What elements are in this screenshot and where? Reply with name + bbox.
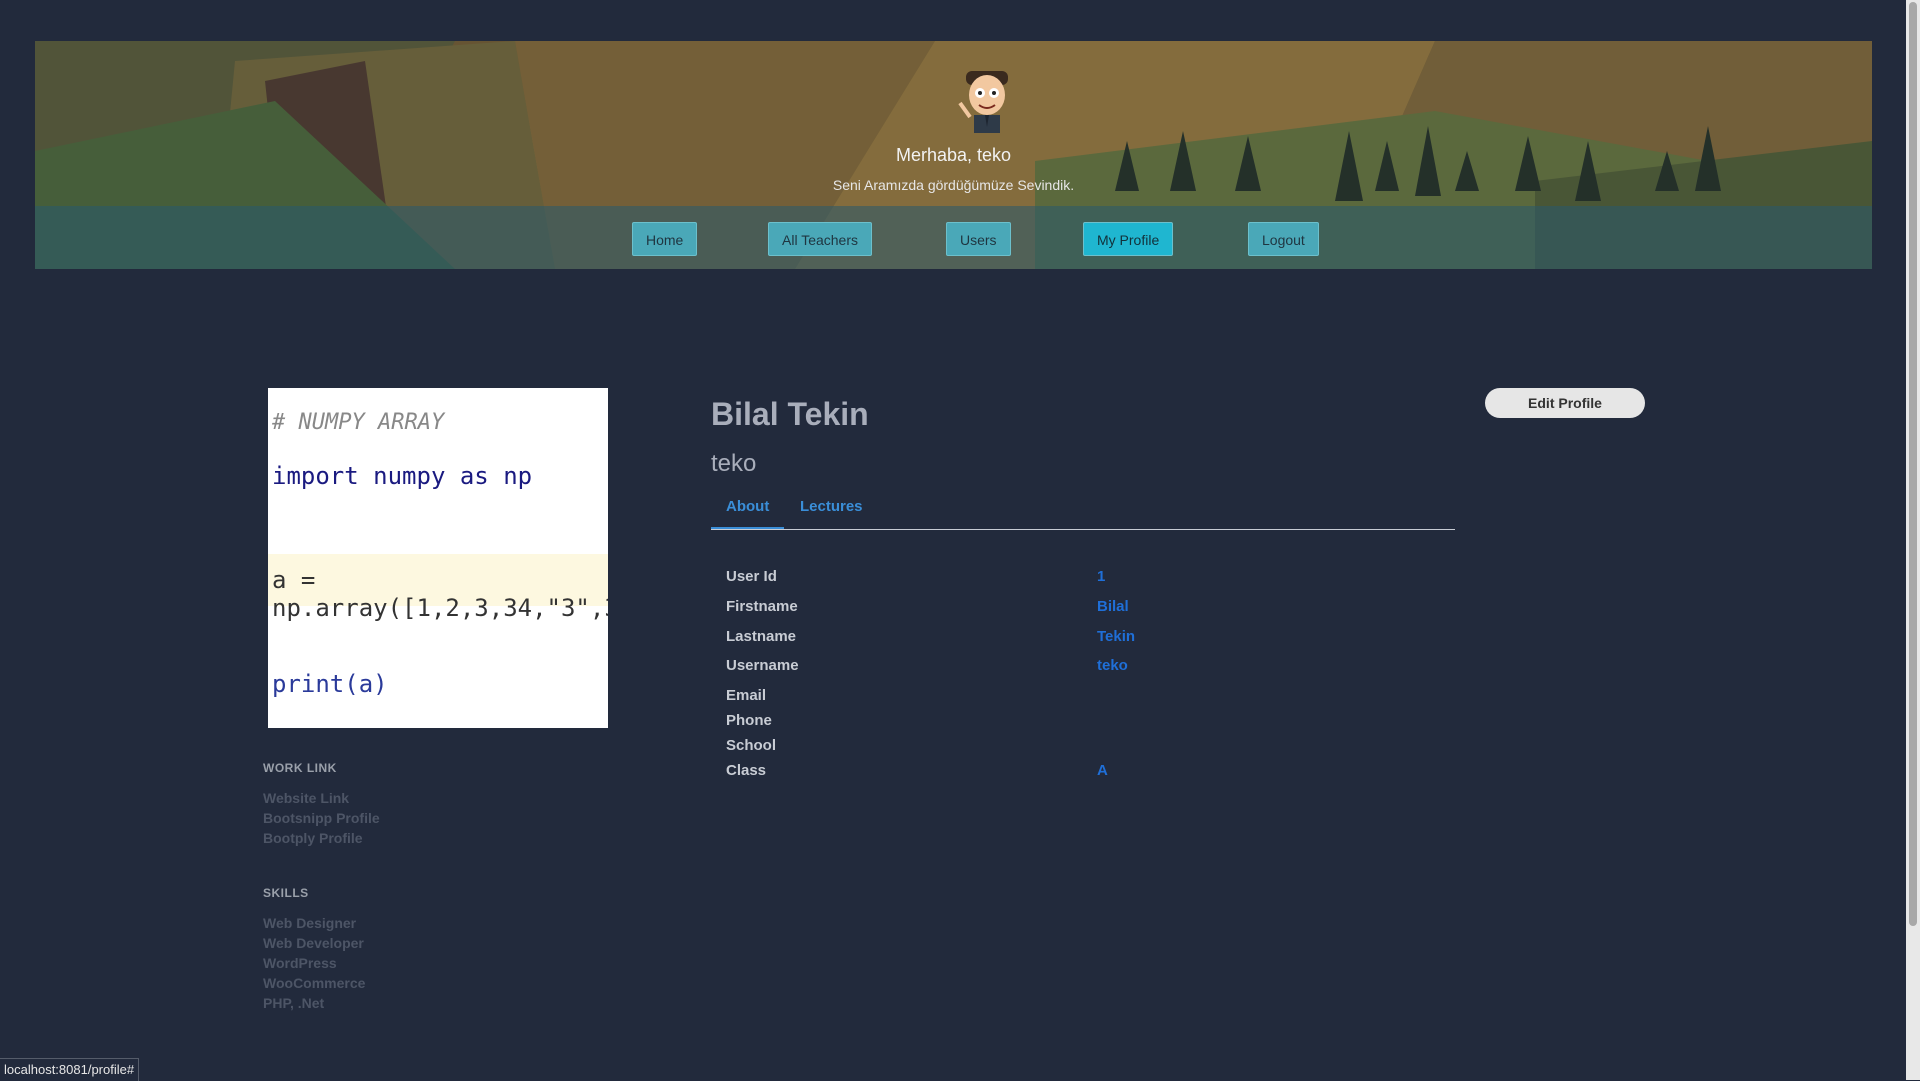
nav-users-button[interactable]: Users — [946, 222, 1011, 256]
field-label-email: Email — [726, 687, 767, 704]
field-value-class: A — [1097, 762, 1108, 779]
code-import-line: import numpy as np — [272, 462, 533, 490]
website-link[interactable]: Website Link — [263, 790, 349, 806]
skill-item: Web Developer — [263, 935, 364, 951]
scrollbar-thumb[interactable] — [1909, 2, 1917, 926]
skill-item: WordPress — [263, 955, 337, 971]
work-link-heading: WORK LINK — [263, 761, 337, 775]
header-banner: Merhaba, teko Seni Aramızda gördüğümüze … — [35, 41, 1872, 269]
profile-full-name: Bilal Tekin — [711, 396, 869, 432]
bootsnipp-profile-link[interactable]: Bootsnipp Profile — [263, 810, 380, 826]
profile-username: teko — [711, 450, 757, 477]
tab-about[interactable]: About — [711, 498, 785, 529]
profile-tabs: About Lectures — [711, 495, 1455, 530]
skill-item: Web Designer — [263, 915, 357, 931]
field-value-user-id: 1 — [1097, 568, 1106, 585]
field-label-firstname: Firstname — [726, 598, 798, 615]
field-label-phone: Phone — [726, 712, 772, 729]
code-print-line: print(a) — [272, 670, 388, 698]
skill-item: PHP, .Net — [263, 995, 325, 1011]
tab-lectures[interactable]: Lectures — [800, 498, 863, 529]
main-navbar: Home All Teachers Users My Profile Logou… — [35, 206, 1872, 269]
bootply-profile-link[interactable]: Bootply Profile — [263, 830, 363, 846]
subgreeting-text: Seni Aramızda gördüğümüze Sevindik. — [832, 177, 1075, 193]
field-label-class: Class — [726, 762, 767, 779]
field-label-user-id: User Id — [726, 568, 777, 585]
field-value-lastname: Tekin — [1097, 628, 1136, 645]
field-label-lastname: Lastname — [726, 628, 797, 645]
skill-item: WooCommerce — [263, 975, 366, 991]
avatar-icon — [958, 71, 1008, 133]
edit-profile-button[interactable]: Edit Profile — [1485, 388, 1645, 418]
nav-my-profile-button[interactable]: My Profile — [1083, 222, 1174, 256]
field-value-username: teko — [1097, 657, 1128, 674]
greeting-text: Merhaba, teko — [895, 145, 1012, 165]
status-bar-url: localhost:8081/profile# — [0, 1058, 140, 1081]
code-comment-line: # NUMPY ARRAY — [272, 410, 445, 435]
code-array-line: a = np.array([1,2,3,34,"3",3.5]) — [272, 566, 608, 622]
profile-image: # NUMPY ARRAY import numpy as np a = np.… — [268, 388, 608, 728]
nav-all-teachers-button[interactable]: All Teachers — [768, 222, 873, 256]
skills-heading: SKILLS — [263, 886, 309, 900]
nav-home-button[interactable]: Home — [632, 222, 698, 256]
field-value-firstname: Bilal — [1097, 598, 1129, 615]
field-label-username: Username — [726, 657, 799, 674]
field-label-school: School — [726, 737, 777, 754]
nav-logout-button[interactable]: Logout — [1248, 222, 1319, 256]
